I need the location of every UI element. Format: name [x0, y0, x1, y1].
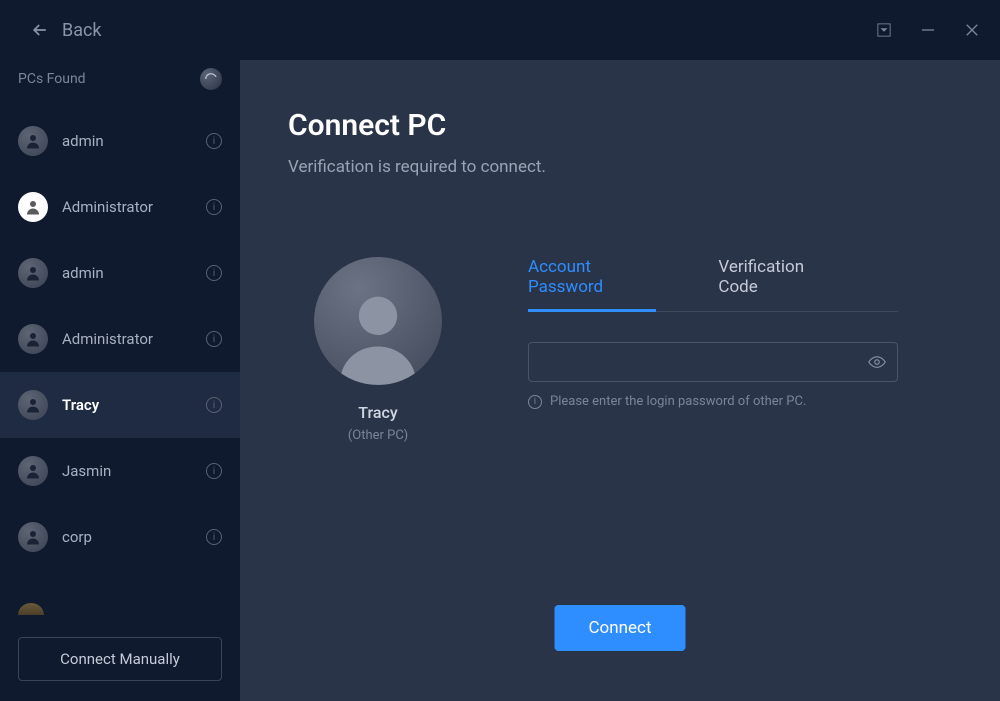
pc-list-item[interactable]: Administrator i [0, 306, 240, 372]
person-icon [24, 330, 42, 348]
page-subtitle: Verification is required to connect. [288, 157, 952, 177]
connect-button[interactable]: Connect [554, 605, 685, 651]
profile-sub: (Other PC) [348, 428, 408, 443]
sidebar-title: PCs Found [18, 71, 86, 87]
connect-manually-button[interactable]: Connect Manually [18, 637, 222, 681]
sidebar: PCs Found adminiAdministratoriadminiAdmi… [0, 60, 240, 701]
avatar [18, 192, 48, 222]
tabs: Account Password Verification Code [528, 257, 898, 312]
person-icon [24, 528, 42, 546]
password-input[interactable] [528, 342, 898, 382]
refresh-button[interactable] [200, 68, 222, 90]
person-icon [24, 462, 42, 480]
password-field-wrapper [528, 342, 898, 382]
sidebar-header: PCs Found [0, 60, 240, 108]
dropdown-button[interactable] [876, 22, 892, 38]
dropdown-icon [877, 23, 891, 37]
tab[interactable]: Verification Code [718, 257, 826, 311]
pc-list: adminiAdministratoriadminiAdministratori… [0, 108, 240, 593]
person-icon [24, 132, 42, 150]
form-column: Account Password Verification Code i Plea… [528, 257, 898, 443]
close-icon [965, 23, 979, 37]
titlebar: Back [0, 0, 1000, 60]
avatar [18, 258, 48, 288]
main: PCs Found adminiAdministratoriadminiAdmi… [0, 60, 1000, 701]
pc-name-label: Administrator [62, 330, 192, 348]
content-panel: Connect PC Verification is required to c… [240, 60, 1000, 701]
pc-name-label: admin [62, 132, 192, 150]
avatar [18, 603, 44, 615]
hint-text: Please enter the login password of other… [550, 394, 806, 409]
info-button[interactable]: i [206, 529, 222, 545]
avatar [18, 456, 48, 486]
page-title: Connect PC [288, 108, 952, 143]
back-label: Back [62, 20, 102, 41]
close-button[interactable] [964, 22, 980, 38]
profile-avatar [314, 257, 442, 385]
avatar [18, 522, 48, 552]
info-button[interactable]: i [206, 331, 222, 347]
pc-name-label: Tracy [62, 396, 192, 414]
password-hint: i Please enter the login password of oth… [528, 394, 898, 409]
person-icon [24, 198, 42, 216]
tab[interactable]: Account Password [528, 257, 646, 311]
pc-list-item[interactable]: Administrator i [0, 174, 240, 240]
pc-list-item[interactable]: corpi [0, 504, 240, 570]
profile-name: Tracy [358, 403, 397, 422]
avatar [18, 126, 48, 156]
pc-name-label: corp [62, 528, 192, 546]
pc-list-item[interactable]: Tracyi [0, 372, 240, 438]
info-icon: i [528, 395, 542, 409]
eye-icon [868, 353, 886, 371]
refresh-icon [204, 72, 218, 86]
pc-list-item[interactable]: admini [0, 240, 240, 306]
person-icon [332, 285, 424, 385]
show-password-button[interactable] [868, 353, 886, 371]
info-button[interactable]: i [206, 463, 222, 479]
minimize-icon [921, 23, 935, 37]
pc-list-item[interactable]: Jasmini [0, 438, 240, 504]
form-area: Tracy (Other PC) Account Password Verific… [288, 257, 952, 443]
person-icon [24, 264, 42, 282]
avatar [18, 324, 48, 354]
info-button[interactable]: i [206, 265, 222, 281]
profile-column: Tracy (Other PC) [288, 257, 468, 443]
pc-name-label: Jasmin [62, 462, 192, 480]
info-button[interactable]: i [206, 133, 222, 149]
person-icon [24, 396, 42, 414]
arrow-left-icon [30, 20, 50, 40]
pc-list-item[interactable]: admini [0, 108, 240, 174]
minimize-button[interactable] [920, 22, 936, 38]
partial-list-item [0, 593, 240, 625]
pc-name-label: admin [62, 264, 192, 282]
avatar [18, 390, 48, 420]
pc-name-label: Administrator [62, 198, 192, 216]
window-controls [876, 22, 980, 38]
info-button[interactable]: i [206, 199, 222, 215]
back-button[interactable]: Back [30, 20, 102, 41]
info-button[interactable]: i [206, 397, 222, 413]
